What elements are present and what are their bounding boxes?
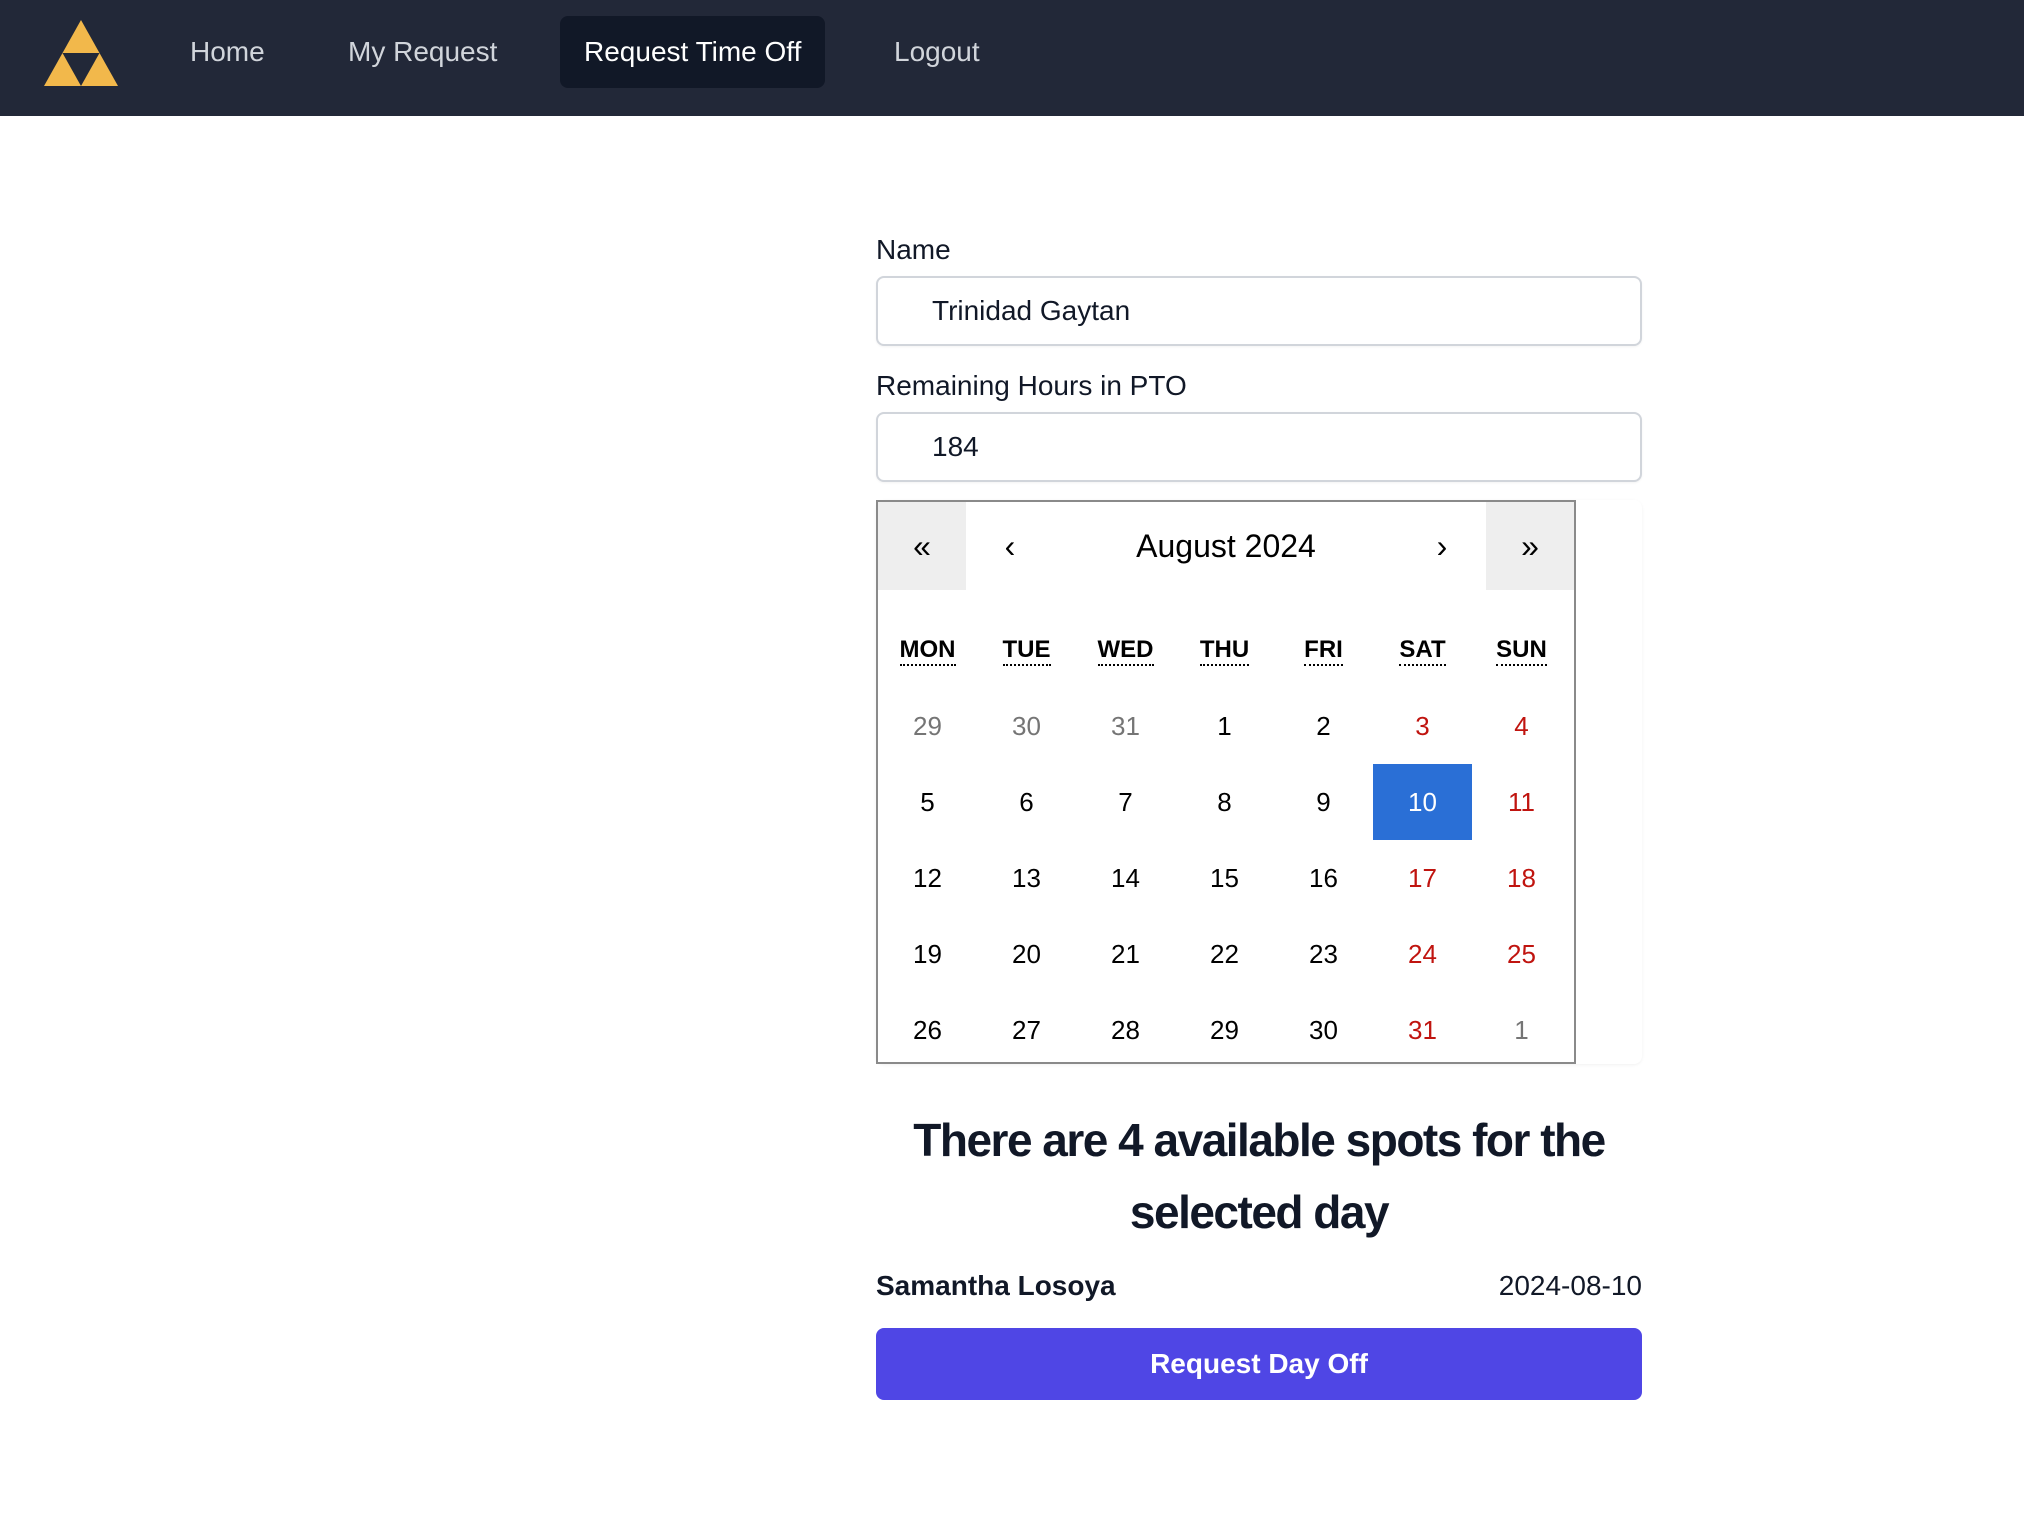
name-label: Name (876, 234, 951, 265)
calendar-day[interactable]: 11 (1472, 764, 1571, 840)
calendar-day[interactable]: 2 (1274, 688, 1373, 764)
calendar-day[interactable]: 1 (1472, 992, 1571, 1068)
calendar-day[interactable]: 13 (977, 840, 1076, 916)
calendar-day[interactable]: 8 (1175, 764, 1274, 840)
calendar-day[interactable]: 6 (977, 764, 1076, 840)
prev-month-button[interactable]: ‹ (966, 502, 1054, 590)
nav-request-time-off[interactable]: Request Time Off (560, 16, 826, 88)
calendar-day[interactable]: 30 (977, 688, 1076, 764)
top-navbar: Home My Request Request Time Off Logout (0, 0, 2024, 116)
calendar-day[interactable]: 28 (1076, 992, 1175, 1068)
weekday-header-sun: SUN (1472, 636, 1571, 666)
nav-my-request[interactable]: My Request (324, 16, 521, 88)
calendar-day[interactable]: 31 (1076, 688, 1175, 764)
calendar-day[interactable]: 4 (1472, 688, 1571, 764)
weekday-label: SAT (1399, 636, 1446, 666)
date-picker-calendar: « ‹ August 2024 › » MON TUE WED THU FRI SAT SU… (876, 500, 1576, 1064)
weekday-label: MON (899, 636, 956, 666)
pto-hours-field[interactable] (876, 412, 1642, 482)
nav-logout[interactable]: Logout (870, 16, 1004, 88)
calendar-day[interactable]: 21 (1076, 916, 1175, 992)
nav-home[interactable]: Home (166, 16, 289, 88)
calendar-day[interactable]: 12 (878, 840, 977, 916)
calendar-day[interactable]: 20 (977, 916, 1076, 992)
calendar-day[interactable]: 17 (1373, 840, 1472, 916)
pto-hours-label: Remaining Hours in PTO (876, 370, 1187, 401)
calendar-day[interactable]: 19 (878, 916, 977, 992)
calendar-day[interactable]: 25 (1472, 916, 1571, 992)
request-date: 2024-08-10 (1498, 1270, 1642, 1301)
weekday-header-tue: TUE (977, 636, 1076, 666)
weekday-header-wed: WED (1076, 636, 1175, 666)
calendar-day[interactable]: 5 (878, 764, 977, 840)
calendar-day[interactable]: 9 (1274, 764, 1373, 840)
calendar-day[interactable]: 27 (977, 992, 1076, 1068)
request-day-off-button[interactable]: Request Day Off (876, 1328, 1642, 1400)
calendar-day[interactable]: 24 (1373, 916, 1472, 992)
calendar-day[interactable]: 22 (1175, 916, 1274, 992)
weekday-header-mon: MON (878, 636, 977, 666)
calendar-day[interactable]: 31 (1373, 992, 1472, 1068)
weekday-label: TUE (1002, 636, 1051, 666)
weekday-header-fri: FRI (1274, 636, 1373, 666)
weekday-label: FRI (1304, 636, 1343, 666)
calendar-day[interactable]: 14 (1076, 840, 1175, 916)
calendar-day[interactable]: 16 (1274, 840, 1373, 916)
calendar-day[interactable]: 23 (1274, 916, 1373, 992)
weekday-label: WED (1097, 636, 1154, 666)
weekday-label: THU (1199, 636, 1250, 666)
weekday-label: SUN (1496, 636, 1547, 666)
calendar-day[interactable]: 15 (1175, 840, 1274, 916)
available-spots-heading: There are 4 available spots for the sele… (913, 1114, 1606, 1238)
calendar-month-label[interactable]: August 2024 (1054, 502, 1398, 590)
next-year-button[interactable]: » (1486, 502, 1574, 590)
calendar-day[interactable]: 3 (1373, 688, 1472, 764)
next-month-button[interactable]: › (1398, 502, 1486, 590)
weekday-header-thu: THU (1175, 636, 1274, 666)
calendar-day[interactable]: 30 (1274, 992, 1373, 1068)
weekday-header-sat: SAT (1373, 636, 1472, 666)
calendar-day[interactable]: 1 (1175, 688, 1274, 764)
calendar-day[interactable]: 29 (1175, 992, 1274, 1068)
calendar-day[interactable]: 26 (878, 992, 977, 1068)
prev-year-button[interactable]: « (878, 502, 966, 590)
requester-name: Samantha Losoya (876, 1270, 1116, 1301)
calendar-day[interactable]: 18 (1472, 840, 1571, 916)
calendar-day[interactable]: 7 (1076, 764, 1175, 840)
calendar-day[interactable]: 29 (878, 688, 977, 764)
calendar-day[interactable]: 10 (1373, 764, 1472, 840)
triforce-logo-icon[interactable] (44, 20, 118, 86)
name-field[interactable] (876, 276, 1642, 346)
